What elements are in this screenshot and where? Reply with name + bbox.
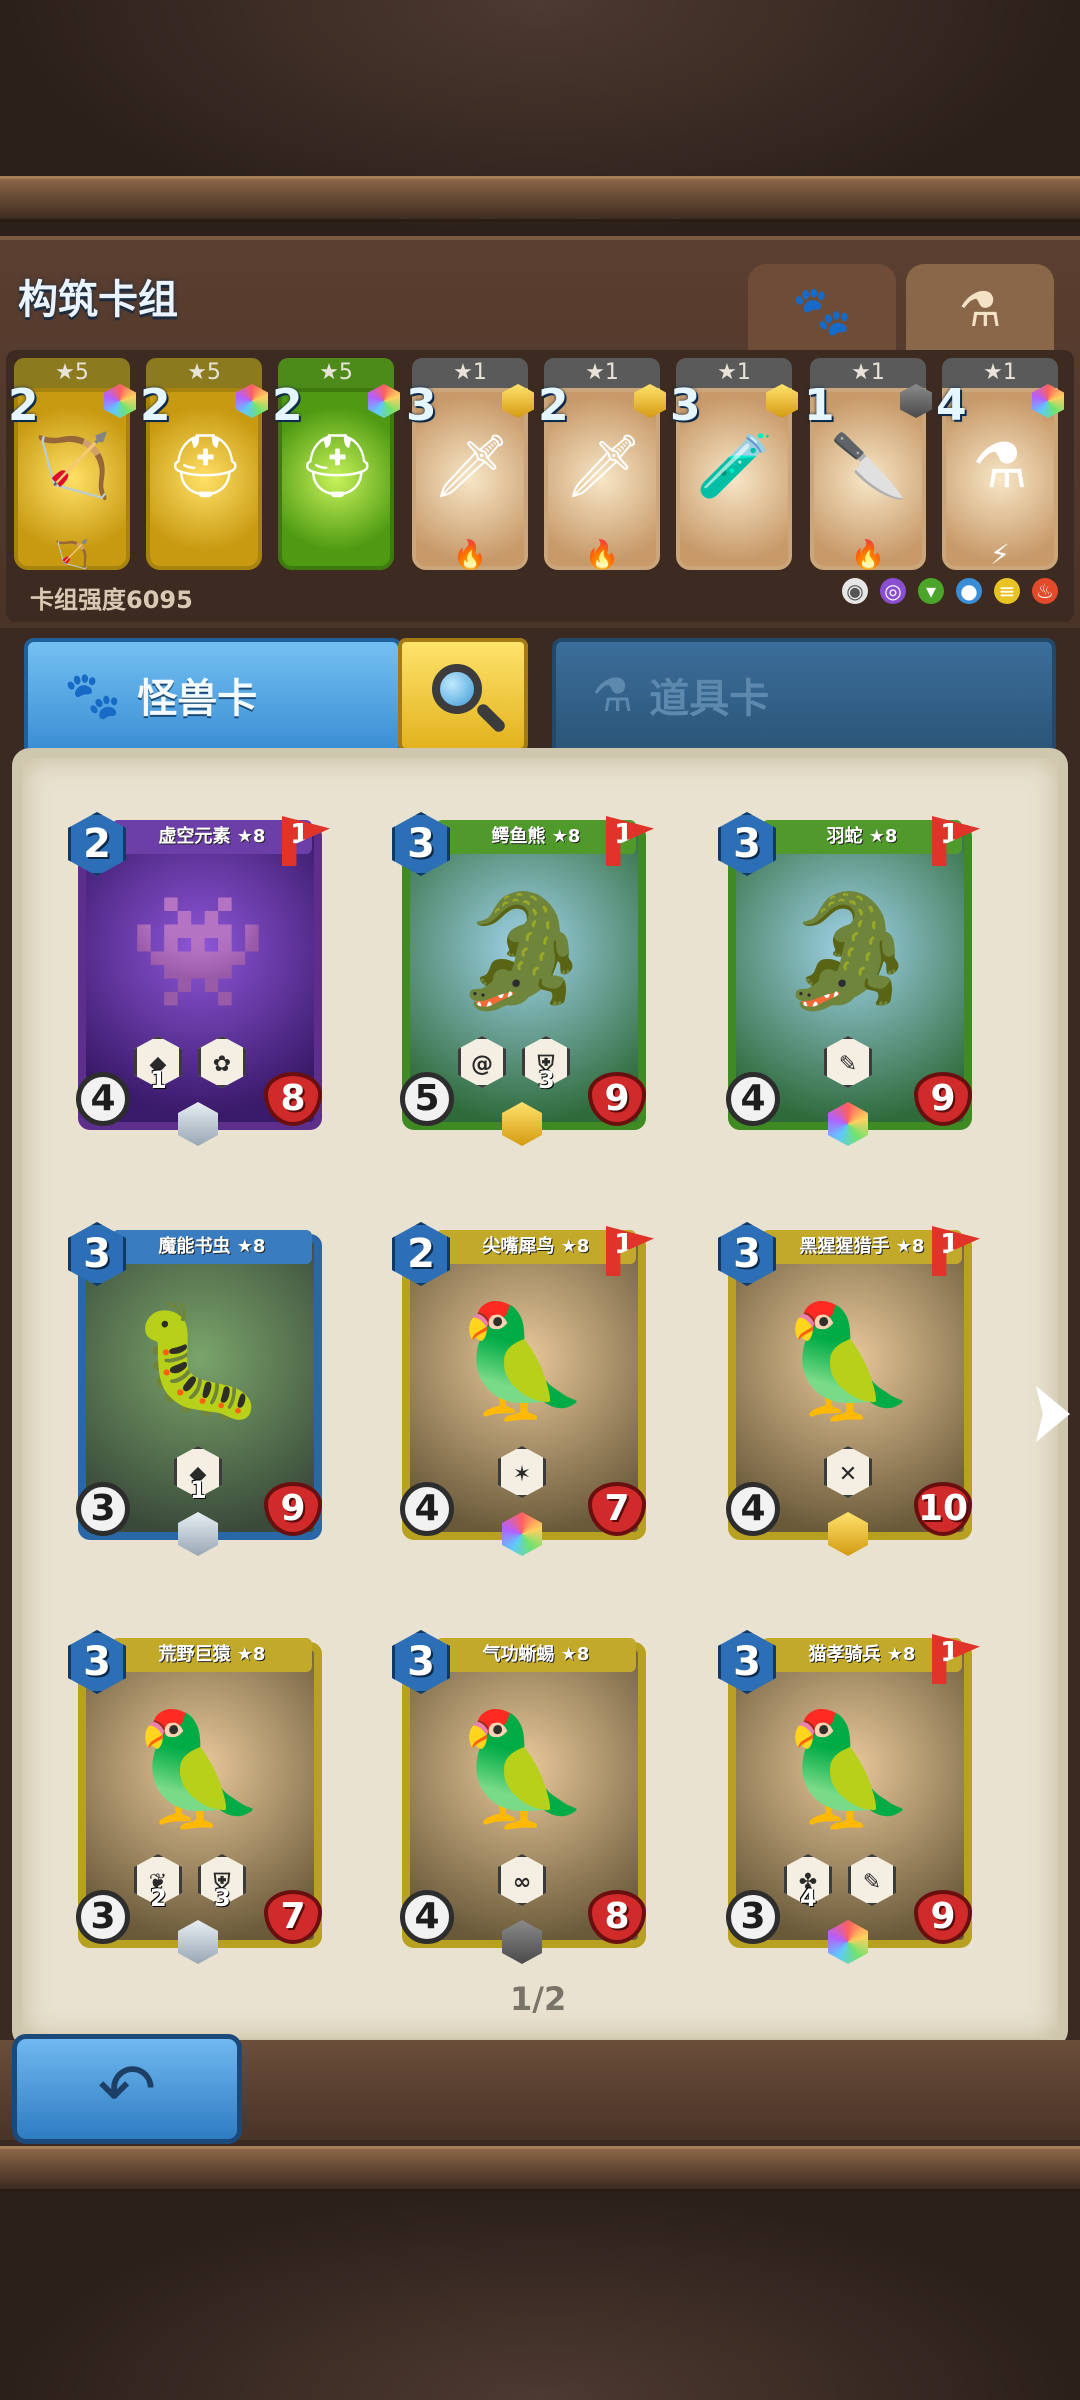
- attack-stat: 3: [726, 1890, 780, 1944]
- card-name: 气功蜥蜴 ★8: [436, 1638, 636, 1672]
- monster-art-icon: 👾: [129, 887, 267, 1015]
- nature-icon[interactable]: ▾: [918, 578, 944, 604]
- tab-item-label: 道具卡: [649, 676, 770, 722]
- vial-icon: 🧪: [696, 429, 774, 502]
- skill-level: 1: [190, 1476, 207, 1504]
- deck-power: 卡组强度6095: [30, 586, 193, 614]
- card-cost: 3: [406, 380, 437, 431]
- monster-card[interactable]: 🦜 尖嘴犀鸟 ★8 2 1 ✶ 4 7: [392, 1222, 654, 1556]
- card-cost: 2: [140, 380, 171, 431]
- deck-card-2[interactable]: ★5 ⛑ 2: [140, 358, 268, 570]
- page-title: 构筑卡组: [18, 277, 178, 323]
- monster-art-icon: 🐊: [453, 887, 591, 1015]
- fire-icon: 🔥: [584, 538, 620, 571]
- deck-card-7[interactable]: ★1 🔪 1 🔥: [804, 358, 932, 571]
- monster-art-icon: 🦜: [779, 1705, 917, 1833]
- wood-beam-top: [0, 176, 1080, 222]
- card-cost: 2: [538, 380, 569, 431]
- bow-icon: 🏹: [54, 538, 90, 571]
- paw-icon: 🐾: [792, 282, 852, 339]
- monster-art-icon: 🦜: [453, 1705, 591, 1833]
- card-cost: 4: [936, 380, 967, 431]
- element-filter-row: ◉ ◎ ▾ ● ≡ ♨: [842, 578, 1058, 604]
- skill-level: 3: [214, 1884, 231, 1912]
- monster-card[interactable]: 🦜 黑猩猩猎手 ★8 3 1 ✕ 4 10: [718, 1222, 980, 1556]
- card-cost: 3: [670, 380, 701, 431]
- attack-stat: 3: [76, 1482, 130, 1536]
- monster-card[interactable]: 🐊 鳄鱼熊 ★8 3 1 @ ⛨ 3 5 9: [392, 812, 654, 1146]
- potion-icon: ⚗: [972, 429, 1028, 502]
- water-icon[interactable]: ●: [956, 578, 982, 604]
- neutral-icon[interactable]: ◉: [842, 578, 868, 604]
- tab-item-filter[interactable]: ⚗: [906, 264, 1054, 356]
- monster-art-icon: 🦜: [129, 1705, 267, 1833]
- page-indicator: 1/2: [510, 1980, 567, 2018]
- monster-card[interactable]: 🐛 魔能书虫 ★8 3 ◆ 1 3 9: [68, 1222, 330, 1556]
- sword-icon: 🗡: [432, 429, 511, 502]
- monster-card[interactable]: 🐊 羽蛇 ★8 3 1 ✎ 4 9: [718, 812, 980, 1146]
- card-cost: 2: [272, 380, 303, 431]
- back-arrow-icon: ↶: [97, 2048, 157, 2130]
- deck-card-3[interactable]: ★5 ⛑ 2: [272, 358, 400, 570]
- card-cost: 2: [8, 380, 39, 431]
- deck-card-5[interactable]: ★1 🗡 2 🔥: [538, 358, 666, 571]
- lightning-icon: ⚡: [990, 538, 1010, 571]
- tab-monster-filter[interactable]: 🐾: [748, 264, 896, 356]
- fire-icon: 🔥: [850, 538, 886, 571]
- attack-stat: 3: [76, 1890, 130, 1944]
- wood-beam-bottom: [0, 2146, 1080, 2192]
- health-stat: 10: [914, 1482, 972, 1536]
- background-bottom: [0, 2192, 1080, 2400]
- paw-icon: 🐾: [64, 667, 122, 722]
- fire-icon[interactable]: ♨: [1032, 578, 1058, 604]
- crossbow-icon: 🏹: [34, 429, 112, 502]
- attack-stat: 4: [76, 1072, 130, 1126]
- card-cost: 1: [804, 380, 835, 431]
- tab-item-cards[interactable]: ⚗ 道具卡: [552, 638, 1056, 752]
- attack-stat: 4: [726, 1072, 780, 1126]
- monster-card[interactable]: 👾 虚空元素 ★8 2 1 ◆ 1 ✿ 4 8: [68, 812, 330, 1146]
- void-icon[interactable]: ◎: [880, 578, 906, 604]
- potion-icon: ⚗: [958, 282, 1002, 338]
- deck-title: 构筑卡组: [18, 266, 178, 1058]
- dagger-icon: 🔪: [830, 429, 908, 502]
- skill-level: 1: [150, 1066, 167, 1094]
- deck-card-1[interactable]: ★5 🏹 2 🏹: [8, 358, 136, 571]
- tab-monster-cards[interactable]: 🐾 怪兽卡: [24, 638, 402, 752]
- deck-card-4[interactable]: ★1 🗡 3 🔥: [406, 358, 534, 571]
- tab-monster-label: 怪兽卡: [137, 676, 258, 722]
- back-button[interactable]: ↶: [12, 2034, 242, 2144]
- monster-art-icon: 🦜: [453, 1297, 591, 1425]
- wind-icon[interactable]: ≡: [994, 578, 1020, 604]
- monster-card[interactable]: 🦜 荒野巨猿 ★8 3 ❦ 2 ⛨ 3 3 7: [68, 1630, 330, 1964]
- card-name: 荒野巨猿 ★8: [112, 1638, 312, 1672]
- monster-art-icon: 🐊: [779, 887, 917, 1015]
- monster-art-icon: 🦜: [779, 1297, 917, 1425]
- skill-level: 2: [150, 1884, 167, 1912]
- helmet-icon: ⛑: [298, 429, 377, 502]
- attack-stat: 5: [400, 1072, 454, 1126]
- fire-icon: 🔥: [452, 538, 488, 571]
- sword-icon: 🗡: [564, 429, 643, 502]
- attack-stat: 4: [400, 1482, 454, 1536]
- attack-stat: 4: [400, 1890, 454, 1944]
- monster-art-icon: 🐛: [129, 1297, 267, 1425]
- card-name: 魔能书虫 ★8: [112, 1230, 312, 1264]
- search-button[interactable]: [398, 638, 528, 752]
- deck-card-8[interactable]: ★1 ⚗ 4 ⚡: [936, 358, 1064, 571]
- skill-level: 4: [800, 1884, 817, 1912]
- skill-level: 3: [538, 1066, 555, 1094]
- attack-stat: 4: [726, 1482, 780, 1536]
- deck-panel: 构筑卡组 🐾 ⚗ ★5 🏹 2 🏹 ★5 ⛑ 2 ★5 ⛑ 2 ★1 🗡 3 🔥…: [0, 236, 1080, 1058]
- monster-card[interactable]: 🦜 气功蜥蜴 ★8 3 ∞ 4 8: [392, 1630, 654, 1964]
- monster-card[interactable]: 🦜 猫孝骑兵 ★8 3 1 ✤ 4 ✎ 3 9: [718, 1630, 980, 1964]
- deck-card-6[interactable]: ★1 🧪 3: [670, 358, 798, 570]
- potion-icon: ⚗: [592, 668, 634, 722]
- search-icon: [432, 664, 482, 714]
- helmet-icon: ⛑: [166, 429, 245, 502]
- search-icon-handle: [474, 701, 508, 735]
